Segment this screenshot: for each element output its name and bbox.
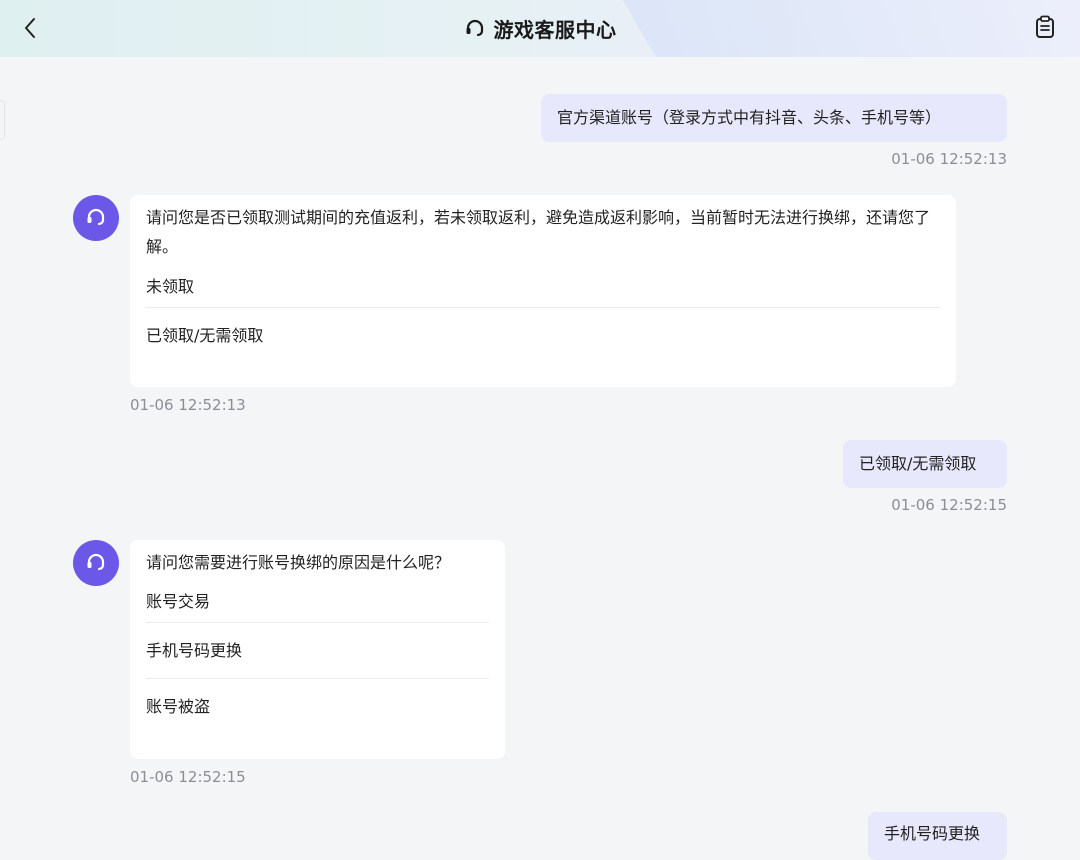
user-message-bubble: 官方渠道账号（登录方式中有抖音、头条、手机号等） (541, 94, 1007, 142)
bot-message-text: 请问您需要进行账号换绑的原因是什么呢？ (146, 553, 451, 572)
quick-reply-option[interactable]: 账号被盗 (146, 678, 489, 734)
agent-avatar (73, 195, 119, 241)
headset-icon (466, 19, 483, 36)
clipboard-icon (1036, 15, 1054, 38)
records-button[interactable] (1032, 13, 1058, 41)
message-timestamp: 01-06 12:52:15 (891, 496, 1007, 514)
page-title: 游戏客服中心 (493, 18, 617, 42)
header-bar: 游戏客服中心 (0, 0, 1080, 57)
bot-message-bubble: 请问您是否已领取测试期间的充值返利，若未领取返利，避免造成返利影响，当前暂时无法… (130, 195, 956, 387)
bot-message-text: 请问您是否已领取测试期间的充值返利，若未领取返利，避免造成返利影响，当前暂时无法… (146, 208, 931, 256)
quick-reply-option[interactable]: 手机号码更换 (146, 622, 489, 678)
user-message-text: 手机号码更换 (884, 824, 981, 843)
user-message-bubble: 已领取/无需领取 (843, 440, 1007, 488)
quick-reply-option[interactable]: 未领取 (146, 261, 940, 307)
user-message-text: 官方渠道账号（登录方式中有抖音、头条、手机号等） (557, 108, 942, 127)
message-timestamp: 01-06 12:52:13 (130, 396, 246, 414)
quick-reply-option[interactable]: 已领取/无需领取 (146, 307, 940, 363)
headset-icon (87, 208, 105, 226)
user-message-bubble: 手机号码更换 (868, 812, 1007, 860)
bot-message-bubble: 请问您需要进行账号换绑的原因是什么呢？ 账号交易 手机号码更换 账号被盗 (130, 540, 505, 759)
side-edge-tab (0, 100, 5, 140)
headset-icon (87, 553, 105, 571)
message-timestamp: 01-06 12:52:15 (130, 768, 246, 786)
agent-avatar (73, 540, 119, 586)
quick-reply-option[interactable]: 账号交易 (146, 577, 489, 622)
message-timestamp: 01-06 12:52:13 (891, 150, 1007, 168)
user-message-text: 已领取/无需领取 (859, 454, 977, 473)
